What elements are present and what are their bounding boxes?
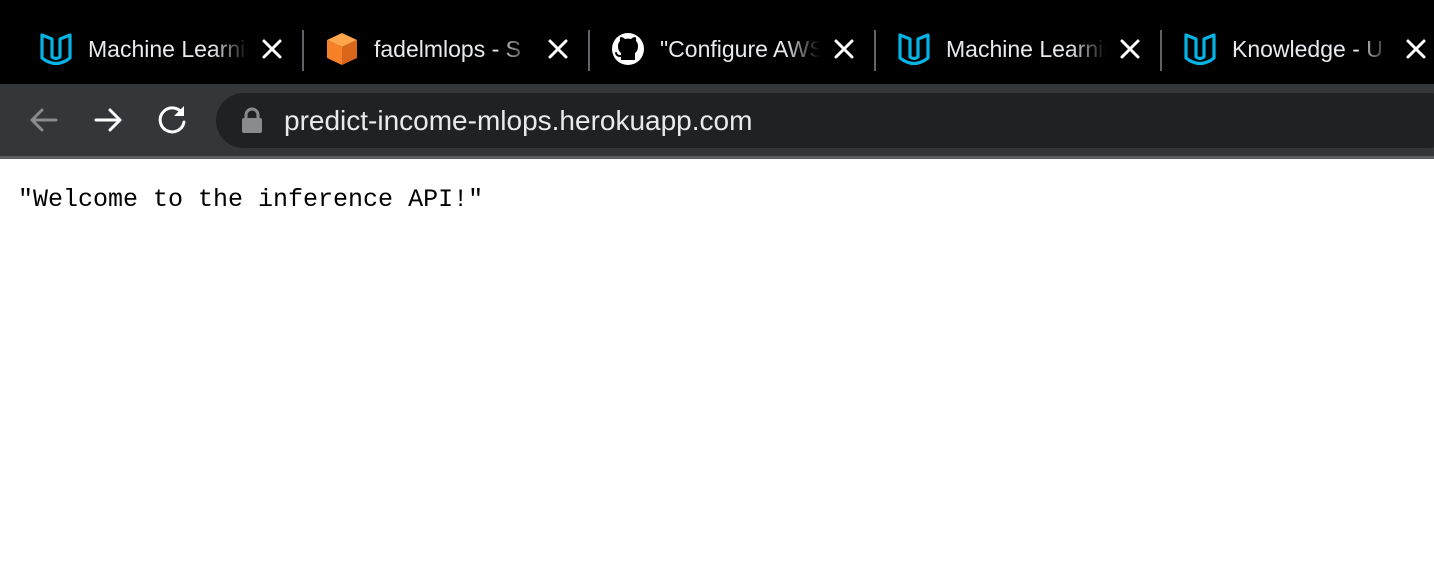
tab-title: Machine Learning: [88, 36, 248, 62]
back-arrow-icon[interactable]: [26, 102, 62, 138]
udacity-logo-icon: [896, 31, 932, 67]
lock-icon[interactable]: [240, 107, 264, 133]
tab-machine-learning-1[interactable]: Machine Learning: [0, 14, 300, 84]
tab-fadelmlops[interactable]: fadelmlops - S: [304, 14, 586, 84]
tab-strip: Machine Learning fadelmlops - S: [0, 0, 1434, 84]
close-icon[interactable]: [1118, 37, 1142, 61]
address-bar[interactable]: predict-income-mlops.herokuapp.com: [216, 93, 1434, 148]
close-icon[interactable]: [260, 37, 284, 61]
close-icon[interactable]: [546, 37, 570, 61]
tab-configure-aws[interactable]: "Configure AWS: [590, 14, 872, 84]
close-icon[interactable]: [832, 37, 856, 61]
browser-toolbar: predict-income-mlops.herokuapp.com: [0, 84, 1434, 156]
url-text[interactable]: predict-income-mlops.herokuapp.com: [284, 103, 752, 138]
github-icon: [610, 31, 646, 67]
tab-title: Machine Learning: [946, 36, 1106, 62]
tab-title: "Configure AWS: [660, 36, 820, 62]
tab-machine-learning-2[interactable]: Machine Learning: [876, 14, 1158, 84]
udacity-logo-icon: [1182, 31, 1218, 67]
json-response-text: "Welcome to the inference API!": [18, 185, 484, 214]
udacity-logo-icon: [38, 31, 74, 67]
tab-knowledge[interactable]: Knowledge - U: [1162, 14, 1434, 84]
close-icon[interactable]: [1404, 37, 1428, 61]
orange-cube-icon: [324, 31, 360, 67]
reload-icon[interactable]: [154, 102, 190, 138]
tab-title: Knowledge - U: [1232, 36, 1383, 62]
page-content: "Welcome to the inference API!": [0, 159, 1434, 576]
tab-title: fadelmlops - S: [374, 36, 522, 62]
forward-arrow-icon[interactable]: [90, 102, 126, 138]
